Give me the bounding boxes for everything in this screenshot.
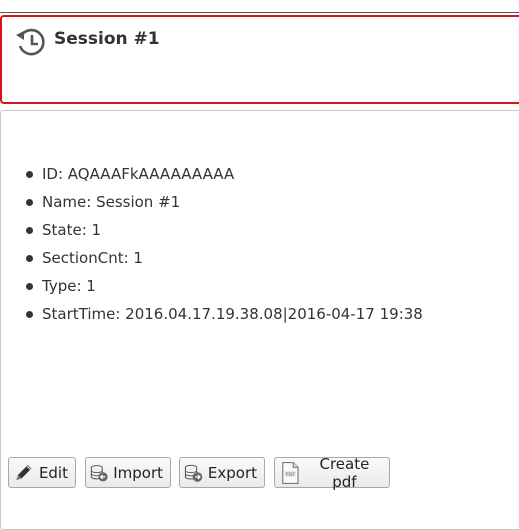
pdf-file-icon: PDF	[282, 461, 299, 484]
session-detail-list: ID: AQAAAFkAAAAAAAAA Name: Session #1 St…	[25, 164, 423, 332]
top-divider	[0, 12, 519, 13]
export-button-label: Export	[207, 463, 257, 482]
import-button-label: Import	[113, 463, 163, 482]
database-export-icon	[184, 464, 203, 482]
export-button[interactable]: Export	[179, 457, 265, 488]
detail-name: Name: Session #1	[25, 192, 423, 220]
import-button[interactable]: Import	[85, 457, 171, 488]
database-import-icon	[90, 464, 108, 482]
detail-state: State: 1	[25, 220, 423, 248]
history-clock-icon	[16, 28, 45, 56]
edit-button-label: Edit	[38, 463, 68, 482]
svg-text:PDF: PDF	[286, 471, 296, 477]
create-pdf-button[interactable]: PDF Create pdf	[274, 454, 390, 491]
pencil-icon	[16, 464, 32, 480]
session-title: Session #1	[54, 29, 160, 49]
detail-start-time: StartTime: 2016.04.17.19.38.08|2016-04-1…	[25, 304, 423, 332]
detail-id: ID: AQAAAFkAAAAAAAAA	[25, 164, 423, 192]
edit-button[interactable]: Edit	[8, 457, 76, 488]
session-header: Session #1	[0, 15, 519, 104]
create-pdf-button-label: Create pdf	[319, 454, 370, 491]
detail-type: Type: 1	[25, 276, 423, 304]
detail-section-count: SectionCnt: 1	[25, 248, 423, 276]
